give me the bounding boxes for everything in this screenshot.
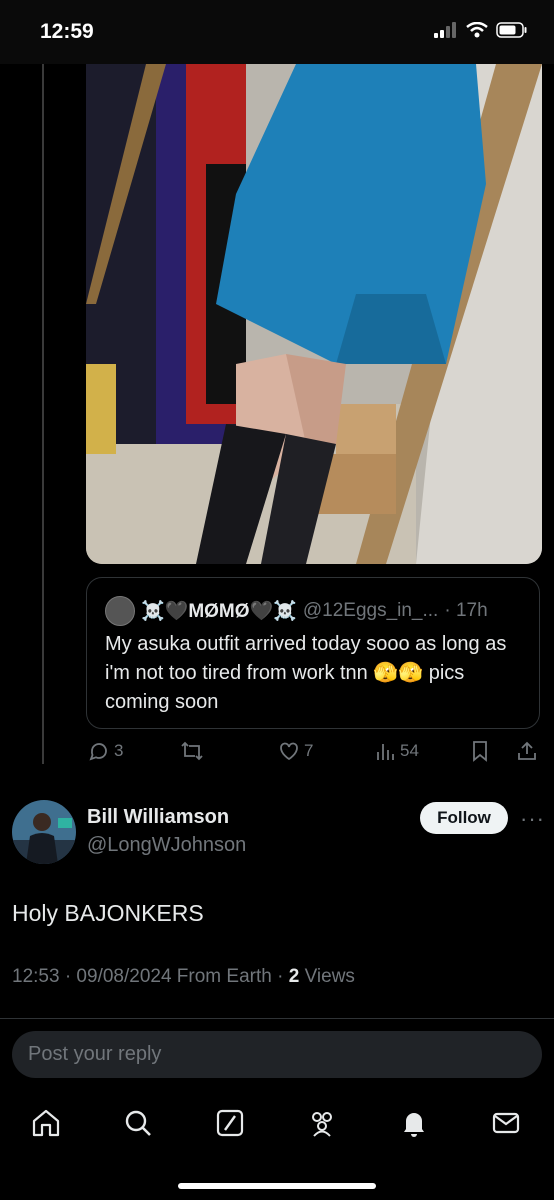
like-icon bbox=[280, 742, 298, 761]
like-button[interactable]: 7 bbox=[278, 740, 313, 762]
reply-icon bbox=[89, 743, 107, 761]
author-handle[interactable]: @LongWJohnson bbox=[87, 834, 246, 857]
like-count: 7 bbox=[304, 741, 314, 760]
quoted-handle: @12Eggs_in_... bbox=[302, 600, 439, 621]
reply-button[interactable]: 3 bbox=[88, 740, 123, 762]
tweet-photo[interactable] bbox=[86, 64, 542, 564]
retweet-icon bbox=[181, 741, 203, 761]
views-count: 54 bbox=[400, 741, 419, 760]
quoted-avatar bbox=[105, 596, 135, 626]
quoted-age: · 17h bbox=[444, 600, 488, 621]
divider bbox=[0, 1018, 554, 1019]
action-bar: 3 7 54 bbox=[86, 740, 542, 770]
home-indicator bbox=[178, 1183, 376, 1189]
home-icon[interactable] bbox=[30, 1107, 62, 1139]
quoted-display-name: ☠️🖤MØMØ🖤☠️ bbox=[141, 601, 297, 622]
quoted-tweet-text: My asuka outfit arrived today sooo as lo… bbox=[105, 633, 507, 713]
reply-placeholder: Post your reply bbox=[28, 1043, 162, 1065]
status-icons bbox=[434, 22, 528, 38]
tweet-meta: 12:53 · 09/08/2024 From Earth · 2 Views bbox=[12, 966, 355, 988]
bookmark-button[interactable] bbox=[470, 740, 490, 762]
share-icon bbox=[518, 741, 536, 760]
battery-icon bbox=[496, 22, 527, 38]
notifications-icon[interactable] bbox=[398, 1107, 430, 1139]
follow-button[interactable]: Follow bbox=[420, 802, 508, 834]
communities-icon[interactable] bbox=[306, 1107, 338, 1139]
author-display-name[interactable]: Bill Williamson bbox=[87, 806, 229, 829]
quoted-tweet-header: ☠️🖤MØMØ🖤☠️ @12Eggs_in_... · 17h bbox=[105, 596, 488, 626]
share-button[interactable] bbox=[516, 740, 538, 762]
views-icon bbox=[377, 744, 394, 760]
status-time: 12:59 bbox=[40, 20, 94, 43]
wifi-icon bbox=[466, 22, 488, 38]
quoted-tweet-card[interactable]: ☠️🖤MØMØ🖤☠️ @12Eggs_in_... · 17h My asuka… bbox=[86, 577, 540, 729]
tweet-views-label: Views bbox=[299, 966, 355, 987]
views-button[interactable]: 54 bbox=[374, 740, 419, 762]
bookmark-icon bbox=[473, 741, 487, 762]
tweet-views-count: 2 bbox=[288, 966, 300, 987]
thread-line bbox=[42, 64, 44, 764]
tweet-text: Holy BAJONKERS bbox=[12, 900, 204, 926]
retweet-button[interactable] bbox=[180, 740, 204, 762]
status-bar: 12:59 bbox=[0, 0, 554, 64]
tweet-timestamp: 12:53 · 09/08/2024 From Earth · bbox=[12, 966, 289, 987]
signal-icon bbox=[434, 22, 456, 38]
messages-icon[interactable] bbox=[490, 1107, 522, 1139]
grok-icon[interactable] bbox=[214, 1107, 246, 1139]
reply-input[interactable]: Post your reply bbox=[12, 1031, 542, 1078]
reply-count: 3 bbox=[114, 741, 124, 760]
more-options-icon[interactable]: ··· bbox=[520, 806, 545, 832]
avatar[interactable] bbox=[12, 800, 76, 864]
search-icon[interactable] bbox=[122, 1107, 154, 1139]
